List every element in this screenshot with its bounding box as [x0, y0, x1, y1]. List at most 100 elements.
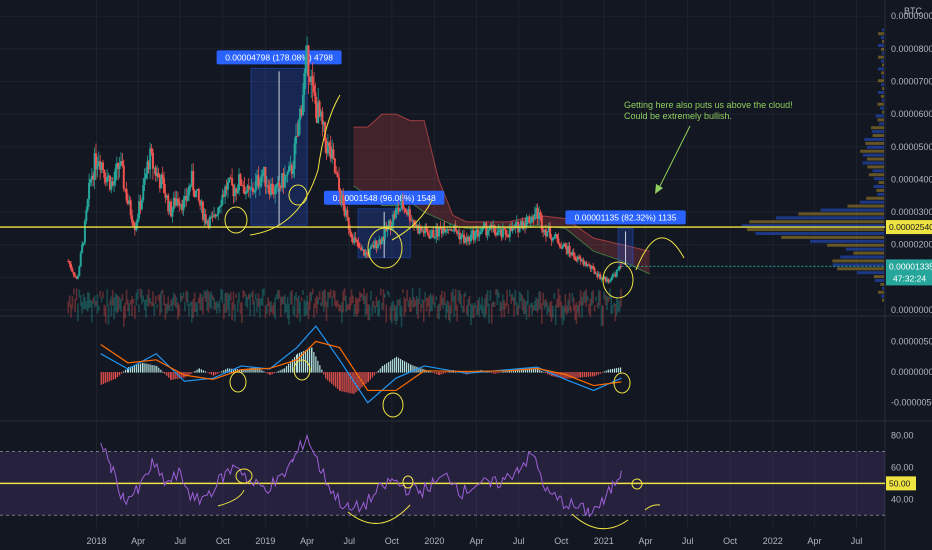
volume-bar: [266, 304, 268, 314]
volume-bar: [485, 293, 488, 315]
volume-bar: [191, 301, 193, 323]
macd-histogram-bar: [619, 367, 622, 373]
macd-histogram-bar: [492, 372, 494, 374]
candle-body: [76, 276, 79, 279]
volume-bar: [239, 302, 242, 314]
volume-bar: [385, 304, 388, 323]
macd-histogram-bar: [315, 356, 317, 373]
volume-bar: [220, 288, 222, 301]
volume-bar: [216, 301, 218, 314]
macd-histogram-bar: [198, 368, 200, 373]
volume-bar: [415, 295, 418, 315]
volume-bar: [209, 293, 211, 308]
volume-bar: [211, 295, 214, 301]
volume-bar: [364, 295, 367, 317]
candle-body: [546, 231, 549, 237]
macd-histogram-bar: [202, 370, 204, 373]
volume-bar: [243, 291, 246, 297]
candle-body: [161, 174, 164, 179]
volume-bar: [336, 299, 339, 307]
candle-body: [218, 206, 221, 208]
volume-bar: [174, 294, 176, 307]
volume-bar: [311, 288, 314, 295]
macd-histogram-bar: [607, 369, 610, 373]
candle-body: [303, 72, 306, 95]
measure-label: 0.00004798 (178.08%) 4798: [225, 52, 333, 62]
candle-body: [474, 231, 477, 241]
candle-body: [260, 176, 263, 186]
macd-histogram-bar: [563, 372, 565, 379]
macd-histogram-bar: [579, 372, 581, 378]
volume-bar: [134, 305, 136, 320]
volume-bar: [270, 301, 272, 313]
macd-histogram-bar: [265, 372, 267, 373]
rsi-tick-label: 80.00: [891, 431, 914, 441]
candle-body: [258, 185, 261, 187]
volume-bar: [346, 304, 349, 311]
chart-canvas[interactable]: 2018 Apr Jul Oct 2019 Apr Jul Oct 2020 Apr Jul Oct 2…: [0, 0, 932, 550]
chart-root[interactable]: 2018 Apr Jul Oct 2019 Apr Jul Oct 2020 Apr Jul Oct 2…: [0, 0, 932, 550]
rsi-tick-label: 60.00: [891, 462, 914, 472]
macd-histogram-bar: [285, 366, 288, 373]
macd-histogram-bar: [341, 372, 343, 392]
macd-histogram-bar: [343, 372, 345, 392]
x-tick-label: Apr: [300, 536, 314, 546]
volume-bar: [257, 293, 260, 307]
volume-bar: [249, 294, 251, 316]
volume-profile-bar: [880, 59, 884, 63]
candle-body: [74, 275, 77, 277]
candle-body: [157, 172, 160, 178]
volume-profile-bar: [749, 220, 884, 224]
macd-histogram-bar: [613, 368, 616, 373]
macd-histogram-bar: [263, 371, 265, 373]
volume-profile-bar: [882, 40, 884, 44]
volume-profile-bar: [871, 126, 884, 130]
volume-bar: [500, 302, 503, 318]
volume-bar: [310, 292, 313, 302]
macd-histogram-bar: [494, 372, 496, 374]
candle-body: [328, 142, 331, 147]
macd-histogram-bar: [213, 372, 215, 376]
volume-bar: [538, 291, 540, 310]
volume-bar: [125, 289, 128, 305]
macd-histogram-bar: [192, 372, 194, 373]
candle-body: [469, 234, 472, 242]
volume-bar: [166, 303, 168, 314]
candle-body: [81, 244, 84, 253]
x-tick-label: 2019: [255, 536, 275, 546]
candle-body: [197, 189, 200, 201]
macd-histogram-bar: [196, 369, 198, 373]
macd-histogram-bar: [275, 371, 277, 373]
volume-bar: [281, 296, 283, 305]
volume-bar: [486, 290, 489, 307]
volume-bar: [322, 289, 325, 312]
candle-body: [101, 162, 104, 170]
candle-body: [278, 182, 281, 188]
volume-bar: [325, 301, 328, 322]
macd-histogram-bar: [609, 369, 612, 373]
volume-bar: [321, 291, 324, 306]
candle-body: [346, 210, 349, 218]
candle-body: [231, 178, 234, 186]
volume-bar: [614, 304, 617, 322]
candle-body: [376, 245, 379, 249]
volume-bar: [352, 295, 354, 304]
candle-body: [558, 243, 561, 247]
volume-bar: [109, 300, 111, 306]
volume-profile-bar: [877, 90, 884, 94]
volume-bar: [70, 304, 72, 318]
candle-body: [539, 212, 542, 216]
candle-body: [506, 234, 509, 237]
candle-body: [261, 173, 264, 177]
volume-bar: [363, 288, 365, 304]
macd-histogram-bar: [331, 372, 333, 384]
candle-body: [286, 171, 289, 176]
volume-bar: [306, 295, 308, 315]
volume-profile-bar: [877, 67, 884, 71]
volume-bar: [607, 296, 610, 303]
volume-bar: [539, 291, 542, 309]
macd-histogram-bar: [401, 360, 404, 373]
volume-bar: [536, 298, 539, 314]
macd-histogram-bar: [327, 372, 329, 381]
candle-body: [350, 232, 353, 238]
